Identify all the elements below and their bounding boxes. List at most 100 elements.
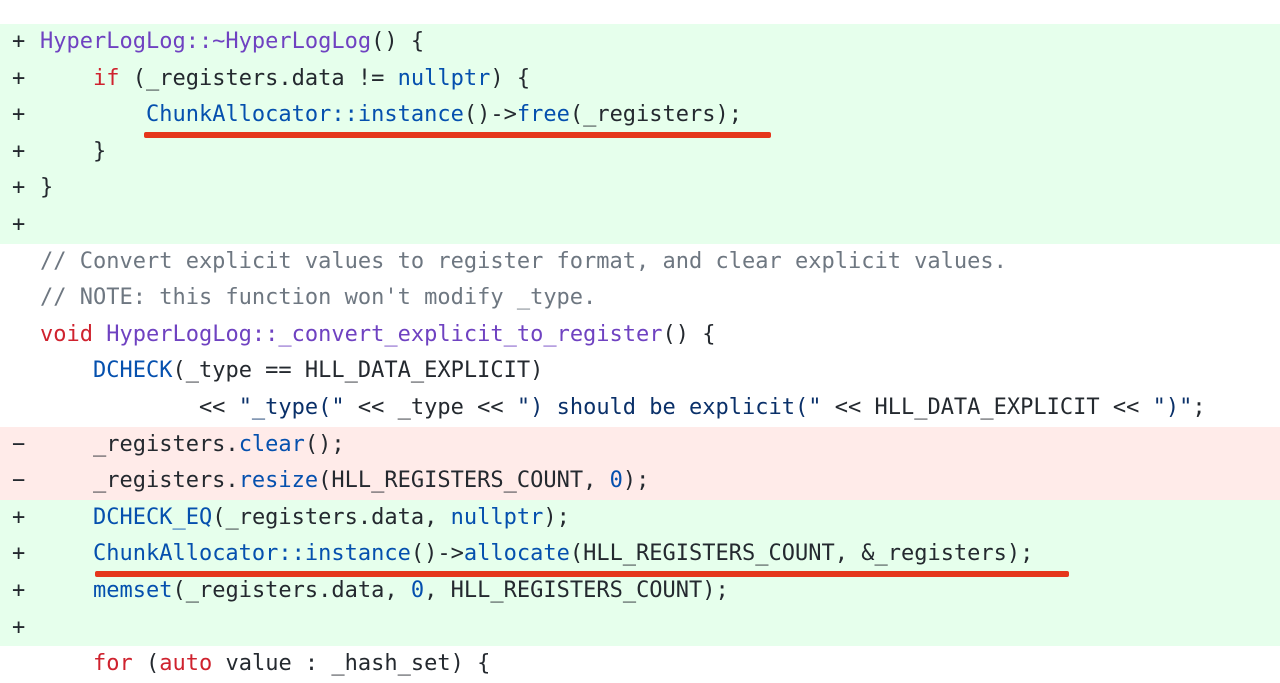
- added-line: + ChunkAllocator::instance()->free(_regi…: [0, 97, 1280, 134]
- diff-code-block: + HyperLogLog::~HyperLogLog() {+ if (_reg…: [0, 24, 1280, 683]
- code-text: for (auto value : _hash_set) {: [40, 646, 490, 683]
- diff-marker: +: [12, 175, 26, 201]
- context-line: // NOTE: this function won't modify _typ…: [0, 280, 1280, 317]
- removed-line: − _registers.resize(HLL_REGISTERS_COUNT,…: [0, 463, 1280, 500]
- diff-marker: +: [12, 614, 26, 640]
- code-token: "_type(": [238, 394, 345, 420]
- added-line: +: [0, 206, 1280, 244]
- diff-marker: +: [12, 102, 26, 128]
- code-token: 0: [410, 577, 425, 603]
- code-text: void HyperLogLog::_convert_explicit_to_r…: [40, 317, 716, 354]
- code-text: // Convert explicit values to register f…: [40, 244, 1007, 281]
- code-text: HyperLogLog::~HyperLogLog() {: [40, 24, 424, 61]
- code-token: ()->: [410, 541, 464, 567]
- context-line: << "_type(" << _type << ") should be exp…: [0, 389, 1280, 427]
- code-token: HyperLogLog::_convert_explicit_to_regist…: [106, 321, 663, 347]
- code-text: }: [40, 170, 53, 207]
- diff-marker: +: [12, 577, 26, 603]
- code-token: HyperLogLog::~HyperLogLog: [40, 29, 372, 54]
- code-token: // NOTE: this function won't modify _typ…: [40, 285, 597, 311]
- annotation-underline-allocate: [95, 571, 1069, 577]
- code-token: ChunkAllocator::instance: [145, 102, 464, 128]
- code-text: _registers.resize(HLL_REGISTERS_COUNT, 0…: [40, 463, 649, 500]
- context-line: // Convert explicit values to register f…: [0, 243, 1280, 281]
- code-token: 0: [609, 468, 623, 494]
- code-text: ChunkAllocator::instance()->allocate(HLL…: [40, 536, 1033, 573]
- code-token: void: [40, 321, 93, 347]
- diff-marker: +: [12, 211, 26, 237]
- code-token: (HLL_REGISTERS_COUNT, &_registers);: [569, 541, 1034, 567]
- code-token: ")": [1152, 394, 1193, 420]
- diff-marker: +: [12, 138, 26, 164]
- removed-line: − _registers.clear();: [0, 426, 1280, 464]
- code-text: // NOTE: this function won't modify _typ…: [40, 280, 596, 317]
- code-token: (_registers);: [569, 102, 743, 128]
- code-token: DCHECK: [92, 358, 173, 384]
- diff-marker: +: [12, 504, 26, 530]
- diff-viewer: { "colors": { "added_bg": "#e6ffec", "re…: [0, 0, 1280, 683]
- code-token: nullptr: [450, 504, 544, 530]
- code-text: ChunkAllocator::instance()->free(_regist…: [40, 97, 742, 134]
- code-token: allocate: [463, 541, 570, 567]
- code-token: ;: [1192, 394, 1206, 420]
- code-token: << _type <<: [344, 394, 517, 420]
- code-text: DCHECK(_type == HLL_DATA_EXPLICIT): [40, 353, 543, 390]
- context-line: for (auto value : _hash_set) {: [0, 646, 1280, 683]
- code-token: ) {: [490, 65, 531, 91]
- code-token: ") should be explicit(": [516, 394, 822, 420]
- code-token: }: [40, 175, 54, 201]
- diff-marker: +: [12, 541, 26, 567]
- diff-marker: +: [12, 65, 26, 91]
- code-token: for: [92, 651, 133, 677]
- code-token: (_registers.data,: [212, 504, 451, 530]
- diff-marker: +: [12, 29, 26, 54]
- added-line: +: [0, 609, 1280, 647]
- added-line: + memset(_registers.data, 0, HLL_REGISTE…: [0, 572, 1280, 610]
- code-token: clear: [238, 431, 305, 457]
- diff-marker: −: [12, 468, 26, 494]
- code-token: <<: [40, 394, 239, 420]
- code-token: () {: [662, 321, 716, 347]
- code-text: _registers.clear();: [40, 427, 345, 464]
- code-token: if: [92, 65, 120, 91]
- code-token: );: [622, 468, 650, 494]
- code-token: value : _hash_set) {: [212, 651, 491, 677]
- code-token: () {: [371, 29, 425, 54]
- code-token: auto: [159, 651, 213, 677]
- code-token: (_type == HLL_DATA_EXPLICIT): [172, 358, 544, 384]
- code-token: }: [40, 138, 107, 164]
- code-text: if (_registers.data != nullptr) {: [40, 61, 530, 98]
- diff-marker: −: [12, 431, 26, 457]
- context-line: DCHECK(_type == HLL_DATA_EXPLICIT): [0, 353, 1280, 390]
- code-text: }: [40, 134, 106, 171]
- code-token: _registers.: [40, 431, 239, 457]
- code-token: nullptr: [397, 65, 491, 91]
- code-token: resize: [238, 468, 319, 494]
- code-token: free: [516, 102, 570, 128]
- code-token: , HLL_REGISTERS_COUNT);: [424, 577, 729, 603]
- added-line: + DCHECK_EQ(_registers.data, nullptr);: [0, 499, 1280, 537]
- context-line: void HyperLogLog::_convert_explicit_to_r…: [0, 316, 1280, 354]
- added-line: + }: [0, 133, 1280, 171]
- code-token: _registers.: [40, 468, 239, 494]
- code-token: DCHECK_EQ: [92, 504, 213, 530]
- code-token: (: [132, 651, 160, 677]
- added-line: + if (_registers.data != nullptr) {: [0, 60, 1280, 98]
- code-token: (_registers.data,: [172, 577, 411, 603]
- code-token: );: [543, 504, 570, 530]
- added-line: + HyperLogLog::~HyperLogLog() {: [0, 24, 1280, 61]
- code-token: ()->: [463, 102, 517, 128]
- code-text: DCHECK_EQ(_registers.data, nullptr);: [40, 500, 570, 537]
- added-line: + ChunkAllocator::instance()->allocate(H…: [0, 536, 1280, 573]
- code-token: ChunkAllocator::instance: [92, 541, 411, 567]
- annotation-underline-free: [144, 132, 771, 138]
- added-line: +}: [0, 170, 1280, 207]
- code-text: << "_type(" << _type << ") should be exp…: [40, 390, 1206, 427]
